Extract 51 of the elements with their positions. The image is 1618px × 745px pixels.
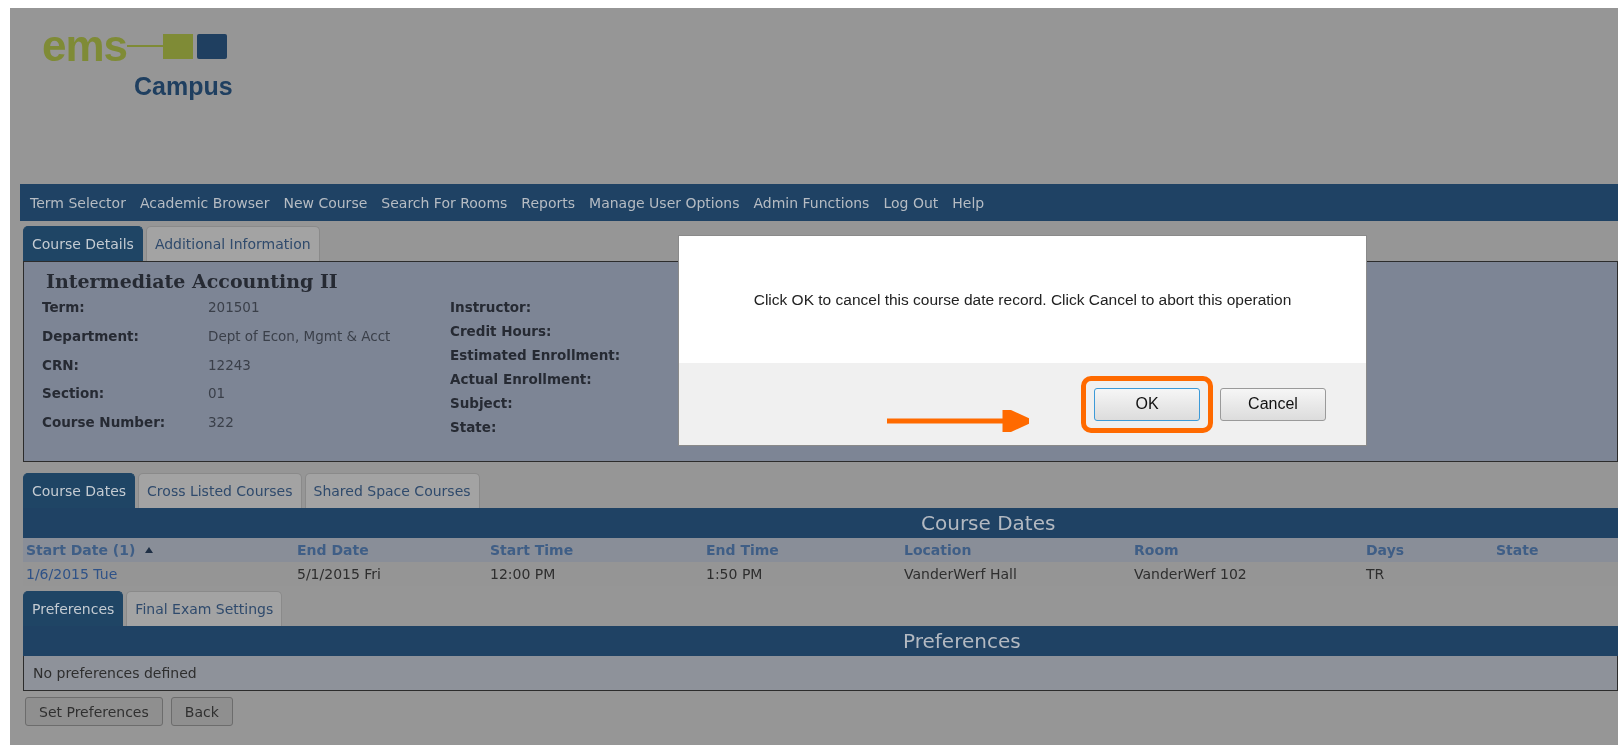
- field-label: Term:: [42, 298, 86, 317]
- tab[interactable]: Course Dates: [23, 473, 136, 508]
- table-cell-text: 1:50 PM: [705, 566, 764, 582]
- field-value: 201501: [208, 298, 261, 317]
- course-title: Intermediate Accounting II: [46, 270, 339, 292]
- action-button[interactable]: Set Preferences: [25, 697, 163, 726]
- dialog-button[interactable]: OK: [1094, 387, 1200, 421]
- field-value: 01: [208, 384, 227, 404]
- field-label: Course Number:: [42, 413, 167, 433]
- dialog-message: Click OK to cancel this course date record. Click Cancel to abort this operation: [753, 290, 1292, 309]
- nav-link[interactable]: Reports: [521, 194, 576, 211]
- field-value: 322: [208, 413, 235, 433]
- nav-link[interactable]: Search For Rooms: [381, 194, 508, 211]
- date-link[interactable]: 1/6/2015 Tue: [23, 566, 294, 582]
- tab[interactable]: Additional Information: [145, 226, 320, 261]
- nav-link[interactable]: Help: [952, 194, 985, 211]
- field-label: Instructor:: [450, 298, 533, 317]
- tab[interactable]: Cross Listed Courses: [138, 473, 302, 508]
- field-label: Estimated Enrollment:: [450, 346, 621, 365]
- tab[interactable]: Shared Space Courses: [304, 473, 480, 508]
- nav-link[interactable]: New Course: [283, 194, 368, 211]
- table-cell-text: 5/1/2015 Fri: [296, 566, 382, 582]
- field-label: State:: [450, 418, 498, 437]
- nav-link[interactable]: Log Out: [883, 194, 939, 211]
- tab[interactable]: Preferences: [23, 591, 124, 626]
- action-button[interactable]: Back: [170, 697, 233, 726]
- table-cell-text: VanderWerf 102: [1133, 566, 1248, 582]
- section-title: Preferences: [902, 629, 1021, 653]
- section-title: Course Dates: [920, 511, 1056, 535]
- logo-wordmark: ems: [42, 26, 128, 66]
- field-label: Credit Hours:: [450, 322, 553, 341]
- field-label: Section:: [42, 384, 106, 404]
- nav-link[interactable]: Academic Browser: [139, 194, 270, 211]
- logo-name: Campus: [134, 72, 234, 101]
- tab[interactable]: Final Exam Settings: [126, 591, 283, 626]
- dialog-button[interactable]: Cancel: [1220, 387, 1326, 421]
- field-value: Dept of Econ, Mgmt & Acct: [208, 326, 392, 346]
- logo-squares-icon: [127, 33, 228, 59]
- field-label: Subject:: [450, 394, 514, 413]
- field-label: CRN:: [42, 355, 80, 375]
- table-cell-text: 12:00 PM: [489, 566, 557, 582]
- tab[interactable]: Course Details: [23, 226, 143, 261]
- field-value: 12243: [208, 355, 252, 375]
- nav-link[interactable]: Term Selector: [30, 194, 126, 211]
- field-label: Actual Enrollment:: [450, 370, 593, 389]
- field-label: Department:: [42, 326, 140, 346]
- table-cell-text: VanderWerf Hall: [903, 566, 1018, 582]
- nav-link[interactable]: Manage User Options: [589, 194, 740, 211]
- empty-message: No preferences defined: [32, 665, 197, 681]
- table-cell-text: TR: [1365, 566, 1386, 582]
- nav-link[interactable]: Admin Functions: [753, 194, 870, 211]
